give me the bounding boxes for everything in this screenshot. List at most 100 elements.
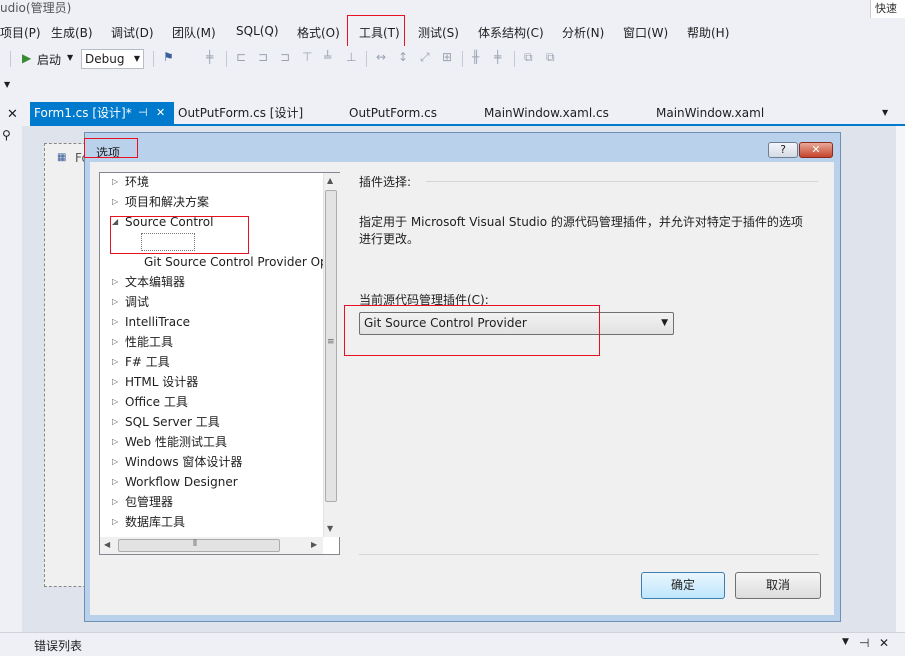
menu-analyze[interactable]: 分析(N) xyxy=(562,24,604,41)
collapsed-arrow-icon[interactable]: ▷ xyxy=(112,453,118,471)
menu-test[interactable]: 测试(S) xyxy=(418,24,459,41)
start-icon[interactable]: ▶ xyxy=(22,51,31,65)
collapsed-arrow-icon[interactable]: ▷ xyxy=(112,193,118,211)
menu-team[interactable]: 团队(M) xyxy=(172,24,216,41)
collapsed-arrow-icon[interactable]: ▷ xyxy=(112,373,118,391)
chevron-down-icon[interactable]: ▼ xyxy=(842,637,849,647)
tab-outputform-cs[interactable]: OutPutForm.cs xyxy=(349,102,437,124)
tree-item[interactable]: Windows 窗体设计器 xyxy=(125,453,242,471)
menu-format[interactable]: 格式(O) xyxy=(297,24,340,41)
menu-sql[interactable]: SQL(Q) xyxy=(236,24,279,38)
chevron-down-icon: ▼ xyxy=(133,54,140,63)
bring-front-icon[interactable]: ⧉ xyxy=(524,50,533,65)
close-icon[interactable]: ✕ xyxy=(879,636,889,650)
collapsed-arrow-icon[interactable]: ▷ xyxy=(112,513,118,531)
tab-mainwindow-xaml-cs[interactable]: MainWindow.xaml.cs xyxy=(484,102,609,124)
vspacing-icon[interactable]: ╪ xyxy=(494,50,501,64)
same-width-icon[interactable]: ↔ xyxy=(376,50,386,64)
tab-form1-design[interactable]: Form1.cs [设计]* ⊣ ✕ xyxy=(30,102,174,124)
align-bottom-icon[interactable]: ⊥ xyxy=(346,50,356,64)
toolbar-separator xyxy=(514,51,515,67)
align-center-icon[interactable]: ⊐ xyxy=(258,50,268,64)
menu-project[interactable]: 项目(P) xyxy=(0,24,41,41)
tree-item[interactable]: F# 工具 xyxy=(125,353,170,371)
collapsed-arrow-icon[interactable]: ▷ xyxy=(112,493,118,511)
tab-overflow-icon[interactable]: ▼ xyxy=(882,108,888,117)
same-height-icon[interactable]: ↕ xyxy=(398,50,408,64)
menu-debug[interactable]: 调试(D) xyxy=(111,24,154,41)
tab-mainwindow-xaml[interactable]: MainWindow.xaml xyxy=(656,102,764,124)
collapsed-arrow-icon[interactable]: ▷ xyxy=(112,413,118,431)
dialog-title-highlight xyxy=(84,138,138,158)
pin-icon[interactable]: ⊣ xyxy=(859,636,869,650)
tree-item[interactable]: 性能工具 xyxy=(125,333,173,351)
tree-item[interactable]: 环境 xyxy=(125,173,149,191)
collapsed-arrow-icon[interactable]: ▷ xyxy=(112,173,118,191)
tree-hscroll-thumb[interactable]: ⦀ xyxy=(118,539,280,552)
ok-button[interactable]: 确定 xyxy=(641,572,725,599)
tree-item[interactable]: Git Source Control Provider Op xyxy=(144,253,328,271)
align-left-icon[interactable]: ⊏ xyxy=(236,50,246,64)
collapsed-arrow-icon[interactable]: ▷ xyxy=(112,293,118,311)
tree-item[interactable]: 调试 xyxy=(125,293,149,311)
align-middle-icon[interactable]: ╧ xyxy=(324,50,331,64)
chevron-down-icon: ▼ xyxy=(661,318,668,328)
tree-item[interactable]: Office 工具 xyxy=(125,393,188,411)
dialog-close-button[interactable]: ✕ xyxy=(799,142,833,158)
cancel-button[interactable]: 取消 xyxy=(735,572,821,599)
collapsed-arrow-icon[interactable]: ▷ xyxy=(112,313,118,331)
source-control-highlight xyxy=(110,216,249,254)
align-top-icon[interactable]: ⊤ xyxy=(302,50,312,64)
tree-item[interactable]: Workflow Designer xyxy=(125,473,238,491)
pin-icon[interactable]: ⊣ xyxy=(138,102,148,124)
grid-icon[interactable]: ⊞ xyxy=(442,50,452,64)
search-icon[interactable]: ⚲ xyxy=(2,128,11,142)
collapsed-arrow-icon[interactable]: ▷ xyxy=(112,393,118,411)
window-title-bar: udio(管理员) 快速 xyxy=(0,0,905,18)
toolbar-separator xyxy=(462,51,463,67)
tree-item[interactable]: SQL Server 工具 xyxy=(125,413,220,431)
menu-architecture[interactable]: 体系结构(C) xyxy=(478,24,544,41)
menu-window[interactable]: 窗口(W) xyxy=(623,24,668,41)
collapsed-arrow-icon[interactable]: ▷ xyxy=(112,473,118,491)
menu-build[interactable]: 生成(B) xyxy=(51,24,93,41)
tree-item[interactable]: HTML 设计器 xyxy=(125,373,198,391)
help-button[interactable]: ? xyxy=(768,142,798,158)
menu-help[interactable]: 帮助(H) xyxy=(687,24,729,41)
tree-vscroll-thumb[interactable]: ≡ xyxy=(325,190,337,502)
close-icon[interactable]: ✕ xyxy=(156,102,165,124)
start-button[interactable]: 启动 xyxy=(37,51,61,68)
tools-menu-highlight xyxy=(347,15,405,49)
same-size-icon[interactable]: ⤢ xyxy=(420,50,430,65)
scroll-down-icon[interactable]: ▼ xyxy=(327,524,333,533)
tree-item[interactable]: 数据库工具 xyxy=(125,513,185,531)
toolbar-separator xyxy=(366,51,367,67)
close-icon[interactable]: ✕ xyxy=(7,107,18,122)
tree-item[interactable]: IntelliTrace xyxy=(125,313,190,331)
heading-rule xyxy=(426,181,818,182)
grip-icon: ⦀ xyxy=(193,539,197,549)
scroll-right-icon[interactable]: ▶ xyxy=(311,540,317,549)
error-list-title[interactable]: 错误列表 xyxy=(34,637,82,654)
tree-item[interactable]: 项目和解决方案 xyxy=(125,193,209,211)
align-icon[interactable]: ╪ xyxy=(206,50,213,64)
align-right-icon[interactable]: ⊐ xyxy=(280,50,290,64)
toolbar-overflow-icon[interactable]: ▼ xyxy=(4,80,10,89)
collapsed-arrow-icon[interactable]: ▷ xyxy=(112,273,118,291)
hspacing-icon[interactable]: ╫ xyxy=(472,50,479,64)
collapsed-arrow-icon[interactable]: ▷ xyxy=(112,353,118,371)
collapsed-arrow-icon[interactable]: ▷ xyxy=(112,433,118,451)
tab-outputform-design[interactable]: OutPutForm.cs [设计] xyxy=(178,102,303,124)
scroll-left-icon[interactable]: ◀ xyxy=(104,540,110,549)
start-dropdown-icon[interactable]: ▼ xyxy=(67,53,73,62)
send-back-icon[interactable]: ⧉ xyxy=(546,50,555,65)
tree-item[interactable]: 文本编辑器 xyxy=(125,273,185,291)
collapsed-arrow-icon[interactable]: ▷ xyxy=(112,333,118,351)
config-combo[interactable]: Debug ▼ xyxy=(81,49,144,69)
tree-item[interactable]: 包管理器 xyxy=(125,493,173,511)
quick-launch[interactable]: 快速 xyxy=(870,0,905,18)
scroll-up-icon[interactable]: ▲ xyxy=(327,176,333,185)
tree-item[interactable]: Web 性能测试工具 xyxy=(125,433,227,451)
attach-icon[interactable]: ⚑ xyxy=(163,50,174,64)
left-toolbox-bar: ✕ ⚲ xyxy=(0,102,22,632)
